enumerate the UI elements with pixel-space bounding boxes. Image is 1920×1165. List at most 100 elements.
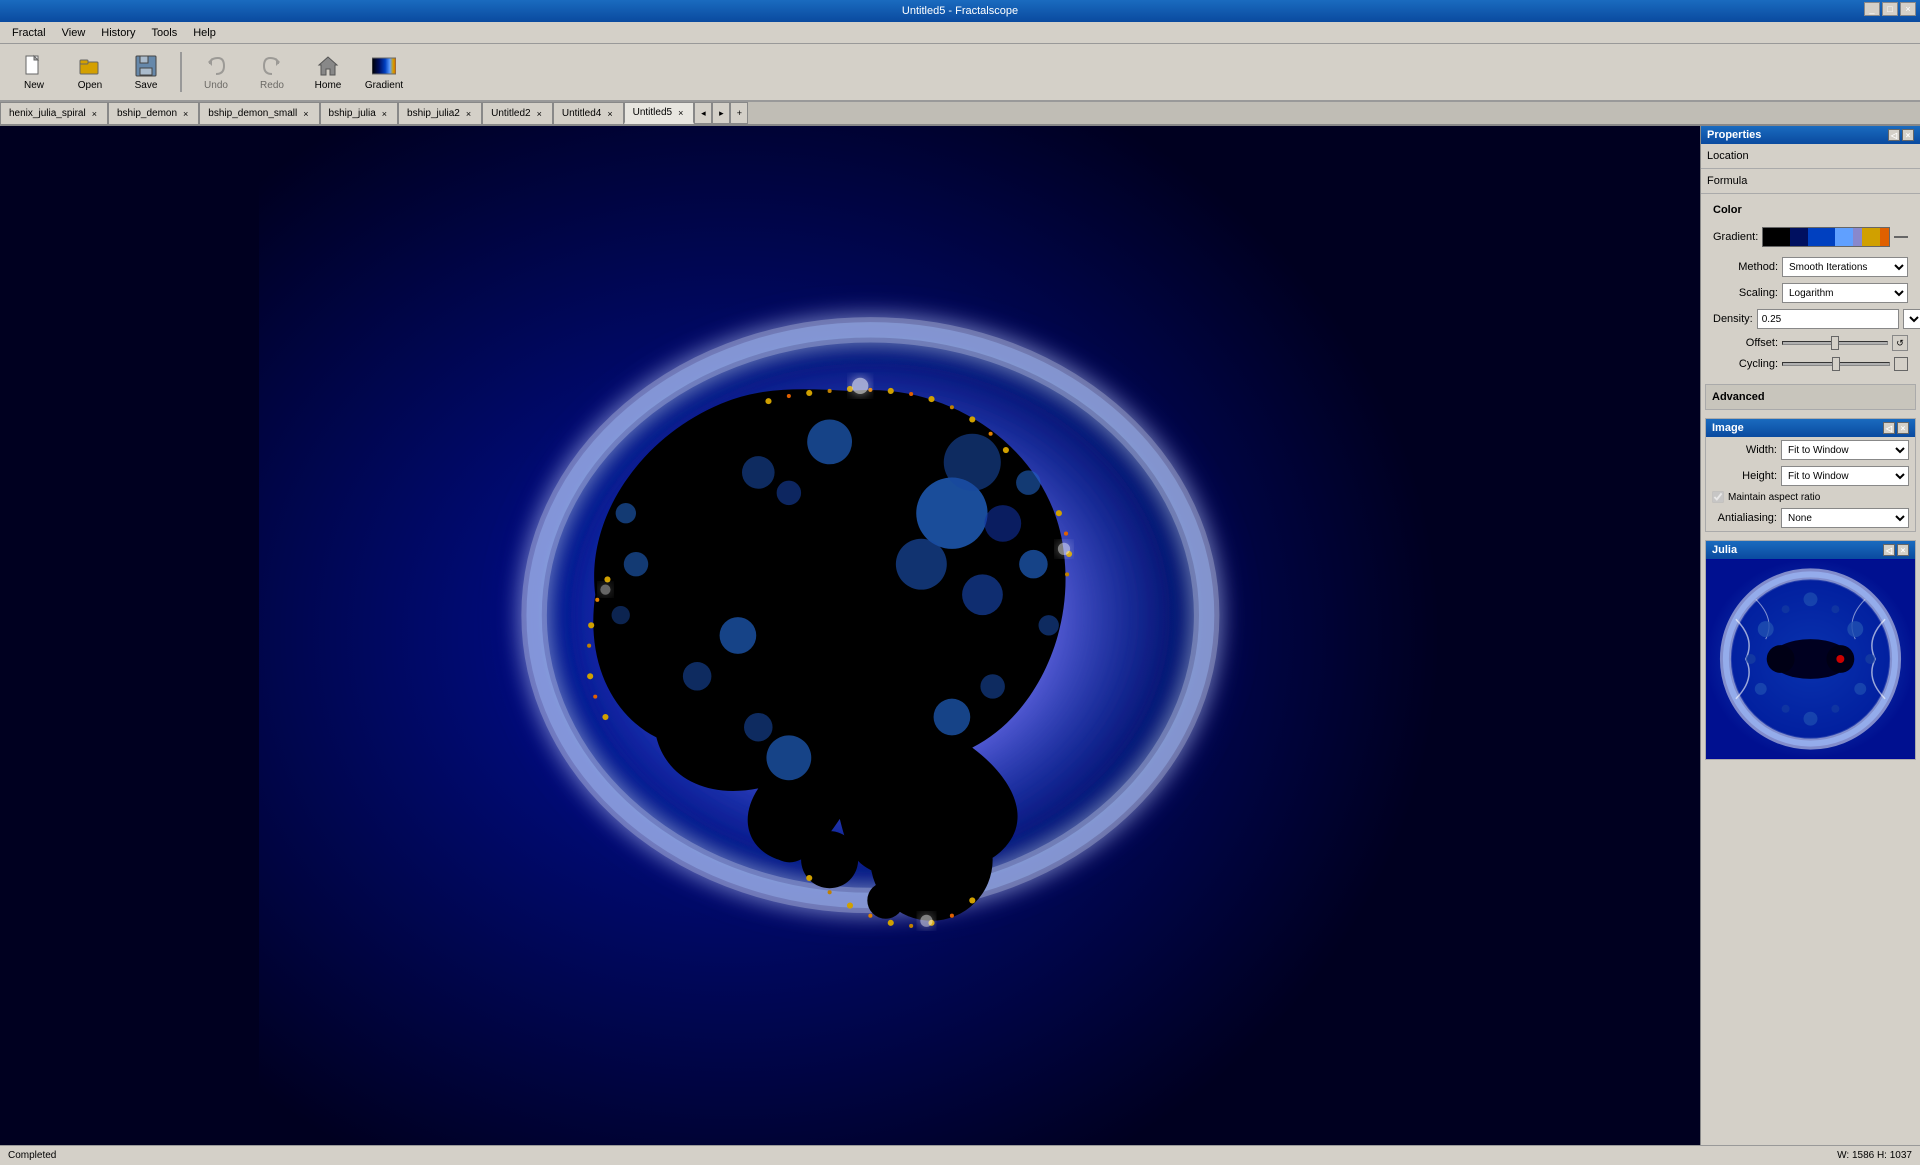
tab-untitled2[interactable]: Untitled2 × [482, 102, 553, 124]
density-stepper[interactable] [1903, 309, 1920, 329]
new-icon [22, 54, 46, 78]
menu-help[interactable]: Help [185, 25, 224, 41]
tab-bship-julia2[interactable]: bship_julia2 × [398, 102, 482, 124]
open-button[interactable]: Open [64, 47, 116, 97]
undo-button[interactable]: Undo [190, 47, 242, 97]
julia-panel-close[interactable]: × [1897, 544, 1909, 556]
tab-untitled5[interactable]: Untitled5 × [624, 102, 695, 124]
redo-button[interactable]: Redo [246, 47, 298, 97]
gradient-edit-button[interactable] [1894, 236, 1908, 238]
cycling-row: Cycling: [1707, 354, 1914, 374]
tab-label: Untitled5 [633, 107, 672, 118]
tab-close-icon[interactable]: × [605, 109, 614, 119]
scaling-label: Scaling: [1713, 287, 1778, 299]
gradient-swatch-lilac[interactable] [1853, 228, 1862, 246]
aspect-ratio-row: Maintain aspect ratio [1706, 489, 1915, 505]
aspect-ratio-label: Maintain aspect ratio [1728, 492, 1820, 503]
gradient-swatch-orange[interactable] [1880, 228, 1889, 246]
tab-label: bship_demon_small [208, 108, 297, 119]
tab-nav-prev[interactable]: ◂ [694, 102, 712, 124]
title-bar: Untitled5 - Fractalscope _ □ × [0, 0, 1920, 22]
tab-close-icon[interactable]: × [301, 109, 310, 119]
gradient-swatch-lightblue[interactable] [1835, 228, 1853, 246]
offset-thumb[interactable] [1831, 336, 1839, 350]
tab-close-icon[interactable]: × [380, 109, 389, 119]
offset-reset-button[interactable]: ↺ [1892, 335, 1908, 351]
cycling-thumb[interactable] [1832, 357, 1840, 371]
height-row: Height: Fit to Window 600 768 [1706, 463, 1915, 489]
location-item[interactable]: Location [1701, 148, 1920, 164]
menu-fractal[interactable]: Fractal [4, 25, 54, 41]
height-select[interactable]: Fit to Window 600 768 [1781, 466, 1909, 486]
cycling-swatch[interactable] [1894, 357, 1908, 371]
formula-item[interactable]: Formula [1701, 173, 1920, 189]
tab-bship-julia[interactable]: bship_julia × [320, 102, 399, 124]
menu-view[interactable]: View [54, 25, 94, 41]
menu-history[interactable]: History [93, 25, 143, 41]
cycling-track[interactable] [1782, 362, 1890, 366]
tab-bship-demon[interactable]: bship_demon × [108, 102, 199, 124]
antialiasing-select[interactable]: None 2x2 3x3 4x4 [1781, 508, 1909, 528]
status-bar: Completed W: 1586 H: 1037 [0, 1145, 1920, 1165]
tab-close-icon[interactable]: × [535, 109, 544, 119]
tab-close-icon[interactable]: × [676, 108, 685, 118]
home-label: Home [315, 80, 342, 91]
density-label: Density: [1713, 313, 1753, 325]
gradient-swatch-yellow[interactable] [1862, 228, 1880, 246]
image-title: Image [1712, 422, 1744, 434]
properties-title: Properties [1707, 129, 1761, 141]
aspect-ratio-checkbox[interactable] [1712, 491, 1724, 503]
fractal-canvas[interactable] [0, 126, 1700, 1145]
width-select[interactable]: Fit to Window 800 1024 [1781, 440, 1909, 460]
julia-panel: Julia ◁ × [1705, 540, 1916, 760]
tab-close-icon[interactable]: × [90, 109, 99, 119]
tab-henix-julia-spiral[interactable]: henix_julia_spiral × [0, 102, 108, 124]
gradient-swatch-blue[interactable] [1808, 228, 1835, 246]
open-label: Open [78, 80, 102, 91]
tab-bar: henix_julia_spiral × bship_demon × bship… [0, 102, 1920, 126]
maximize-button[interactable]: □ [1882, 2, 1898, 16]
panel-pin-button[interactable]: ◁ [1888, 129, 1900, 141]
scaling-select[interactable]: Logarithm Linear Square Root [1782, 283, 1908, 303]
image-panel-pin[interactable]: ◁ [1883, 422, 1895, 434]
status-text: Completed [8, 1150, 56, 1161]
panel-header-controls: ◁ × [1888, 129, 1914, 141]
tab-close-icon[interactable]: × [464, 109, 473, 119]
method-select[interactable]: Smooth Iterations Iterations Distance [1782, 257, 1908, 277]
formula-section: Formula [1701, 169, 1920, 194]
properties-panel: Properties ◁ × Location Formula Color Gr… [1700, 126, 1920, 1145]
offset-track[interactable] [1782, 341, 1888, 345]
home-button[interactable]: Home [302, 47, 354, 97]
julia-preview[interactable] [1706, 559, 1915, 759]
canvas-area[interactable] [0, 126, 1700, 1145]
menu-tools[interactable]: Tools [144, 25, 186, 41]
panel-close-button[interactable]: × [1902, 129, 1914, 141]
save-button[interactable]: Save [120, 47, 172, 97]
image-panel-close[interactable]: × [1897, 422, 1909, 434]
tab-label: bship_julia2 [407, 108, 460, 119]
new-button[interactable]: New [8, 47, 60, 97]
app-title: Untitled5 - Fractalscope [902, 5, 1018, 17]
method-row: Method: Smooth Iterations Iterations Dis… [1707, 254, 1914, 280]
gradient-swatch-darkblue[interactable] [1790, 228, 1808, 246]
close-button[interactable]: × [1900, 2, 1916, 16]
tab-new[interactable]: + [730, 102, 748, 124]
window-controls[interactable]: _ □ × [1864, 2, 1916, 16]
gradient-button[interactable]: Gradient [358, 47, 410, 97]
gradient-swatch-black[interactable] [1763, 228, 1790, 246]
tab-close-icon[interactable]: × [181, 109, 190, 119]
tab-label: Untitled4 [562, 108, 601, 119]
location-label: Location [1707, 150, 1749, 162]
tab-untitled4[interactable]: Untitled4 × [553, 102, 624, 124]
new-label: New [24, 80, 44, 91]
density-input[interactable] [1757, 309, 1899, 329]
width-label: Width: [1712, 444, 1777, 456]
gradient-bar[interactable] [1762, 227, 1890, 247]
minimize-button[interactable]: _ [1864, 2, 1880, 16]
cycling-label: Cycling: [1713, 358, 1778, 370]
toolbar-separator-1 [180, 52, 182, 92]
tab-nav-next[interactable]: ▸ [712, 102, 730, 124]
julia-panel-pin[interactable]: ◁ [1883, 544, 1895, 556]
tab-bship-demon-small[interactable]: bship_demon_small × [199, 102, 319, 124]
redo-label: Redo [260, 80, 284, 91]
